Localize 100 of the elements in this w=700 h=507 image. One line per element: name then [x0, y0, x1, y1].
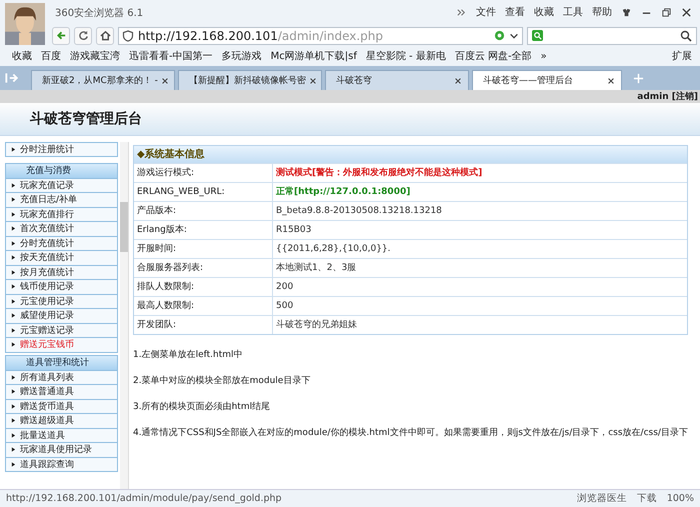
bookmark-link[interactable]: 迅雷看看-中国第一: [129, 49, 213, 63]
sidebar-item[interactable]: 分时注册统计: [5, 142, 118, 156]
sidebar-item[interactable]: 元宝使用记录: [5, 294, 118, 309]
triangle-bullet-icon: [11, 212, 16, 217]
browser-doctor-button[interactable]: 浏览器医生: [576, 492, 627, 505]
table-cell-text: B_beta9.8.8-20130508.13218.13218: [275, 205, 443, 218]
table-cell-text: 200: [275, 281, 294, 294]
sidebar-item[interactable]: 玩家充值排行: [5, 208, 118, 222]
triangle-bullet-icon: [11, 298, 16, 304]
menu-group-header[interactable]: 充值与消费: [5, 162, 118, 178]
menu-group-header[interactable]: 道具管理和统计: [5, 354, 118, 370]
sidebar-item[interactable]: 赠送超级道具: [5, 414, 118, 428]
triangle-bullet-icon: [11, 389, 16, 394]
sidebar-item[interactable]: 按天充值统计: [5, 251, 118, 266]
triangle-bullet-icon: [11, 462, 16, 467]
triangle-bullet-icon: [11, 404, 16, 409]
sidebar-item[interactable]: 赠送元宝钱币: [5, 338, 118, 352]
browser-tab[interactable]: 斗破苍穹——管理后台: [472, 70, 622, 90]
table-cell-text: {{2011,6,28},{10,0,0}}.: [275, 243, 392, 256]
address-field[interactable]: http://192.168.200.101/admin/index.php: [118, 26, 523, 44]
user-label: admin [注销]: [637, 90, 698, 103]
triangle-bullet-icon: [11, 342, 16, 348]
sidebar-item[interactable]: 赠送货币道具: [5, 400, 118, 414]
close-icon[interactable]: [309, 76, 317, 84]
bookmark-link[interactable]: 百度云 网盘-全部: [454, 49, 532, 63]
home-icon: [100, 30, 110, 41]
search-engine-icon[interactable]: [532, 30, 543, 41]
sidebar-item[interactable]: 威望使用记录: [5, 309, 118, 324]
table-cell: 排队人数限制:: [134, 278, 273, 296]
bookmark-link[interactable]: Mc网游单机下载|sf: [270, 49, 357, 63]
sidebar-item[interactable]: 首次充值统计: [5, 222, 118, 236]
back-button[interactable]: [52, 26, 70, 44]
shield-icon[interactable]: [122, 30, 134, 42]
table-cell-text: 本地测试1、2、3服: [275, 262, 358, 275]
bookmark-link[interactable]: 多玩游戏: [222, 49, 262, 63]
triangle-bullet-icon: [11, 146, 16, 152]
close-icon[interactable]: [454, 76, 462, 84]
triangle-bullet-icon: [11, 284, 16, 290]
sidebar-item[interactable]: 批量送道具: [5, 428, 118, 443]
bookmark-link[interactable]: 游戏藏宝湾: [70, 49, 120, 63]
browser-tab[interactable]: 新亚破2，从MC那拿来的！ -: [31, 70, 175, 90]
refresh-button[interactable]: [74, 26, 92, 44]
note-text: 2.菜单中对应的模块全部放在module目录下: [133, 376, 312, 387]
sidebar-item[interactable]: 道具跟踪查询: [5, 458, 118, 472]
note-text: 4.通常情况下CSS和JS全部嵌入在对应的module/你的模块.html文件中即可。如果需要重用，则js文件放在/js/目录下，css放在/css/目录下: [133, 428, 688, 439]
search-field[interactable]: [527, 26, 697, 44]
menu-item[interactable]: 工具: [563, 5, 583, 19]
table-cell-text: 斗破苍穹的兄弟姐妹: [275, 318, 358, 332]
sidebar-item[interactable]: 元宝赠送记录: [5, 324, 118, 338]
sidebar-item[interactable]: 玩家道具使用记录: [5, 443, 118, 458]
bookmark-link[interactable]: »: [540, 50, 547, 62]
sidebar-item[interactable]: 分时充值统计: [5, 236, 118, 251]
table-cell: 最高人数限制:: [134, 297, 273, 315]
sidebar-item[interactable]: 钱币使用记录: [5, 280, 118, 294]
table-title: ◆系统基本信息: [134, 146, 687, 163]
extensions-button[interactable]: 扩展: [672, 49, 692, 63]
menu-item[interactable]: 文件: [476, 5, 496, 19]
bookmark-link[interactable]: 星空影院 - 最新电: [366, 49, 446, 63]
table-cell: 游戏运行模式:: [134, 164, 273, 182]
zoom-level[interactable]: 100%: [666, 493, 694, 504]
sidebar-item[interactable]: 充值日志/补单: [5, 193, 118, 208]
close-icon[interactable]: [160, 76, 169, 84]
chevron-icon[interactable]: [456, 6, 467, 18]
browser-mode-icon[interactable]: [494, 30, 505, 41]
table-cell: 合服服务器列表:: [134, 259, 273, 277]
sidebar-item[interactable]: 所有道具列表: [5, 370, 118, 385]
browser-tab[interactable]: 【新提醒】新抖破镜像帐号密: [178, 70, 322, 90]
triangle-bullet-icon: [11, 255, 16, 260]
sidebar-item[interactable]: 按月充值统计: [5, 266, 118, 280]
sidebar-item[interactable]: 玩家充值记录: [5, 178, 118, 193]
triangle-bullet-icon: [11, 432, 16, 438]
triangle-bullet-icon: [11, 226, 16, 232]
triangle-bullet-icon: [11, 197, 16, 202]
sidebar-toggle-icon[interactable]: [4, 71, 18, 85]
browser-tab[interactable]: 斗破苍穹: [325, 70, 469, 90]
close-icon[interactable]: [681, 6, 692, 18]
download-button[interactable]: 下载: [636, 492, 657, 505]
skin-icon[interactable]: [621, 6, 632, 18]
menu-item[interactable]: 查看: [505, 5, 525, 19]
bookmark-link[interactable]: 百度: [41, 49, 61, 63]
refresh-icon: [78, 30, 88, 41]
triangle-bullet-icon: [11, 313, 16, 318]
table-cell: Erlang版本:: [134, 221, 273, 239]
status-url: http://192.168.200.101/admin/module/pay/send_gold.php: [6, 493, 282, 504]
page-title: 斗破苍穹管理后台: [30, 110, 142, 128]
close-icon[interactable]: [607, 76, 615, 84]
home-button[interactable]: [96, 26, 114, 44]
table-cell-text: R15B03: [275, 224, 312, 237]
sidebar-item[interactable]: 赠送普通道具: [5, 385, 118, 400]
search-icon[interactable]: [680, 30, 692, 42]
restore-icon[interactable]: [661, 6, 672, 18]
triangle-bullet-icon: [11, 374, 16, 380]
table-cell-text: 测试模式[警告：外服和发布服绝对不能是这种模式]: [275, 166, 484, 180]
scrollbar[interactable]: [120, 142, 128, 489]
bookmark-link[interactable]: 收藏: [12, 49, 32, 63]
menu-item[interactable]: 收藏: [534, 5, 554, 19]
triangle-bullet-icon: [11, 328, 16, 333]
triangle-bullet-icon: [11, 182, 16, 188]
table-cell: 产品版本:: [134, 202, 273, 220]
menu-item[interactable]: 帮助: [592, 5, 612, 19]
